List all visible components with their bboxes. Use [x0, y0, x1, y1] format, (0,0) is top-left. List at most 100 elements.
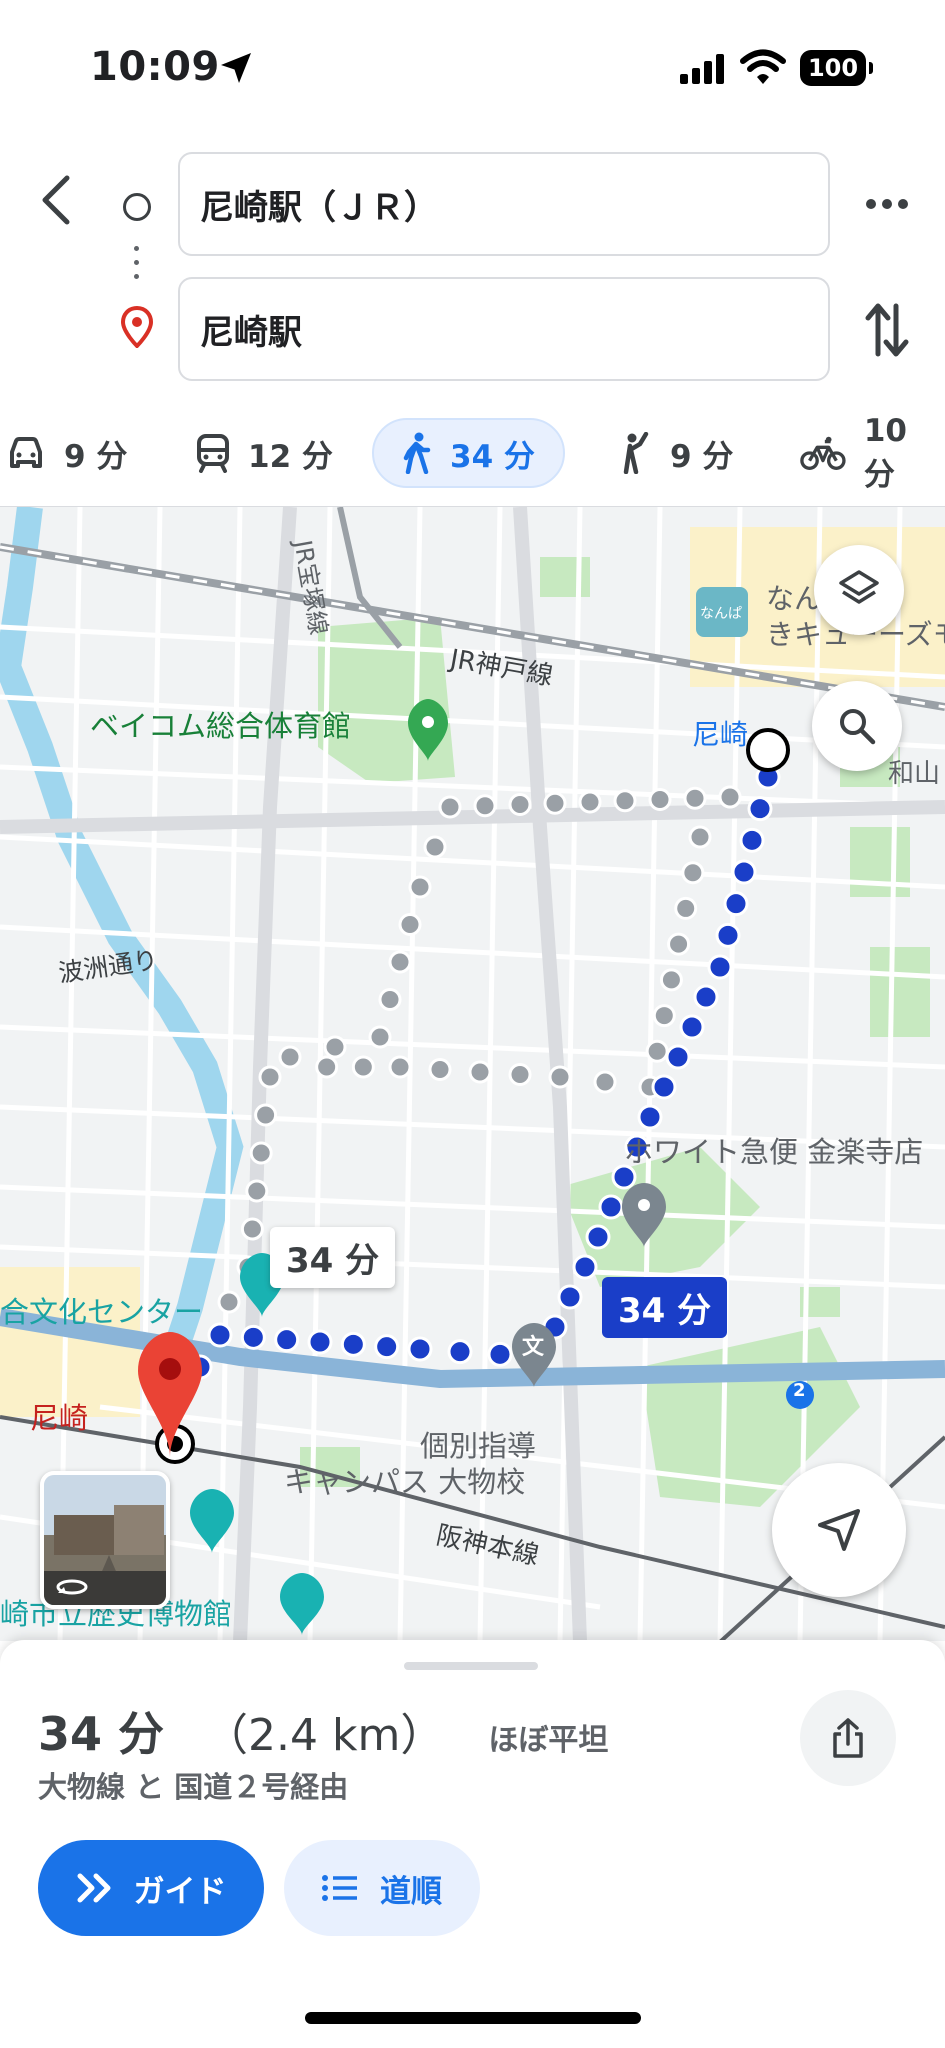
main-route-dot [307, 1329, 333, 1355]
origin-circle-icon [123, 193, 151, 221]
main-route-dot [447, 1339, 473, 1365]
alt-route-time-tag[interactable]: 34 分 [270, 1227, 396, 1288]
mode-tab-walk[interactable]: 34 分 [372, 418, 565, 488]
alt-route-dot [217, 1290, 241, 1314]
status-bar: 10:09 100 [0, 0, 945, 140]
main-route-dot [557, 1284, 583, 1310]
share-button[interactable] [800, 1690, 896, 1786]
alt-route-dot [388, 950, 412, 974]
alt-route-dot [258, 1065, 282, 1089]
origin-field[interactable]: 尼崎駅（ＪＲ） [178, 152, 830, 256]
mode-tab-transit[interactable]: 12 分 [196, 418, 333, 488]
list-icon [322, 1875, 357, 1901]
route-duration: 34 分 [38, 1707, 165, 1761]
steps-label: 道順 [380, 1873, 442, 1910]
main-route-dot [207, 1322, 233, 1348]
cellular-signal-icon [680, 54, 724, 84]
main-route-dot [598, 1194, 624, 1220]
alt-route-dot [240, 1217, 264, 1241]
label-white-kyubin: ホワイト急便 金楽寺店 [624, 1135, 924, 1169]
navigation-arrow-icon [818, 1509, 860, 1551]
mode-tab-ride-hail[interactable]: 9 分 [618, 418, 733, 488]
alt-route-dot [468, 1060, 492, 1084]
main-route-time-tag[interactable]: 34 分 [602, 1277, 728, 1338]
mode-label-car: 9 分 [64, 438, 128, 475]
alt-route-dot [408, 875, 432, 899]
destination-pin-icon [120, 306, 154, 348]
main-route-dot [572, 1254, 598, 1280]
search-icon [840, 709, 876, 745]
alt-route-dot [438, 795, 462, 819]
search-button[interactable] [812, 681, 902, 771]
alt-route-dot [254, 1103, 278, 1127]
alt-route-dot [323, 1035, 347, 1059]
main-route-dot [585, 1224, 611, 1250]
main-route-dot [487, 1341, 513, 1367]
label-nanpa-icon: なんぱ [700, 606, 742, 622]
street-view-thumbnail[interactable] [40, 1471, 170, 1609]
alt-route-dot [378, 988, 402, 1011]
label-school-icon: 文 [522, 1335, 545, 1360]
alt-route-dot [428, 1058, 452, 1081]
ride-hail-icon [623, 432, 649, 474]
alt-route-dot [278, 1045, 302, 1069]
steps-button[interactable]: 道順 [284, 1840, 480, 1936]
route-terrain: ほぼ平坦 [488, 1723, 609, 1758]
layers-icon [839, 570, 879, 604]
alt-route-dot [368, 1025, 392, 1049]
swap-direction-icon[interactable] [862, 300, 912, 360]
location-arrow-icon [221, 53, 251, 83]
status-time: 10:09 [90, 44, 220, 90]
train-icon [197, 434, 229, 473]
mode-label-bike: 10 分 [863, 412, 907, 493]
main-route-dot [665, 1044, 691, 1070]
label-amagasaki: 尼崎 [30, 1401, 89, 1435]
layers-button[interactable] [814, 545, 904, 635]
label-route-2: 2 [793, 1380, 806, 1401]
alt-route-dot [652, 1004, 676, 1028]
map-view[interactable]: JR宝塚線 JR神戸線 ベイコム総合体育館 尼崎 なんぱ なんばあき きキューー… [0, 506, 945, 1641]
bike-icon [800, 436, 846, 470]
main-route-dot [637, 1104, 663, 1130]
wifi-icon [740, 49, 786, 84]
mode-label-ride-hail: 9 分 [670, 438, 734, 475]
sheet-drag-handle[interactable] [404, 1662, 538, 1670]
main-route-dot [340, 1331, 366, 1357]
alt-route-dot [667, 932, 691, 956]
alt-route-dot [508, 793, 532, 816]
alt-route-dot [718, 785, 742, 809]
alt-route-dot [388, 1055, 412, 1079]
route-summary-sheet: 34 分 （2.4 km） ほぼ平坦 大物線 と 国道２号経由 ガイド 道順 [0, 1640, 945, 2048]
main-route-dot [731, 859, 757, 885]
alt-route-dot [351, 1055, 375, 1079]
mode-tab-bike[interactable]: 10 分 [800, 413, 945, 493]
more-options-button[interactable] [862, 184, 912, 224]
alt-route-dot [578, 790, 602, 814]
back-button[interactable] [28, 168, 84, 232]
travel-mode-tabs: 9 分 12 分 34 分 9 分 10 分 [0, 413, 945, 494]
destination-field[interactable]: 尼崎駅 [178, 277, 830, 381]
label-bunka-center: 合文化センター [0, 1295, 204, 1329]
alt-route-dot [245, 1179, 269, 1203]
main-route-dot [715, 922, 741, 948]
main-route-dot [739, 827, 765, 853]
main-route-dot [693, 984, 719, 1010]
label-gym: ベイコム総合体育館 [90, 709, 352, 743]
mode-tab-car[interactable]: 9 分 [6, 418, 127, 488]
main-route-dot [407, 1336, 433, 1362]
label-amagasaki-jr: 尼崎 [692, 718, 749, 751]
my-location-button[interactable] [772, 1463, 906, 1597]
alt-route-dot [659, 968, 683, 992]
alt-route-dot [398, 913, 422, 936]
guide-label: ガイド [133, 1873, 227, 1910]
guide-button[interactable]: ガイド [38, 1840, 264, 1936]
alt-route-dot [674, 896, 698, 920]
label-kobetsu-2: キャンパス 大物校 [284, 1465, 526, 1499]
alt-route-dot [683, 786, 707, 810]
alt-route-dot [688, 825, 712, 849]
home-indicator [305, 2012, 641, 2024]
alt-route-dot [473, 794, 497, 818]
route-summary: 34 分 （2.4 km） ほぼ平坦 [38, 1698, 608, 1764]
main-route-dot [374, 1334, 400, 1360]
label-nishiyama: 和山 [888, 759, 941, 789]
